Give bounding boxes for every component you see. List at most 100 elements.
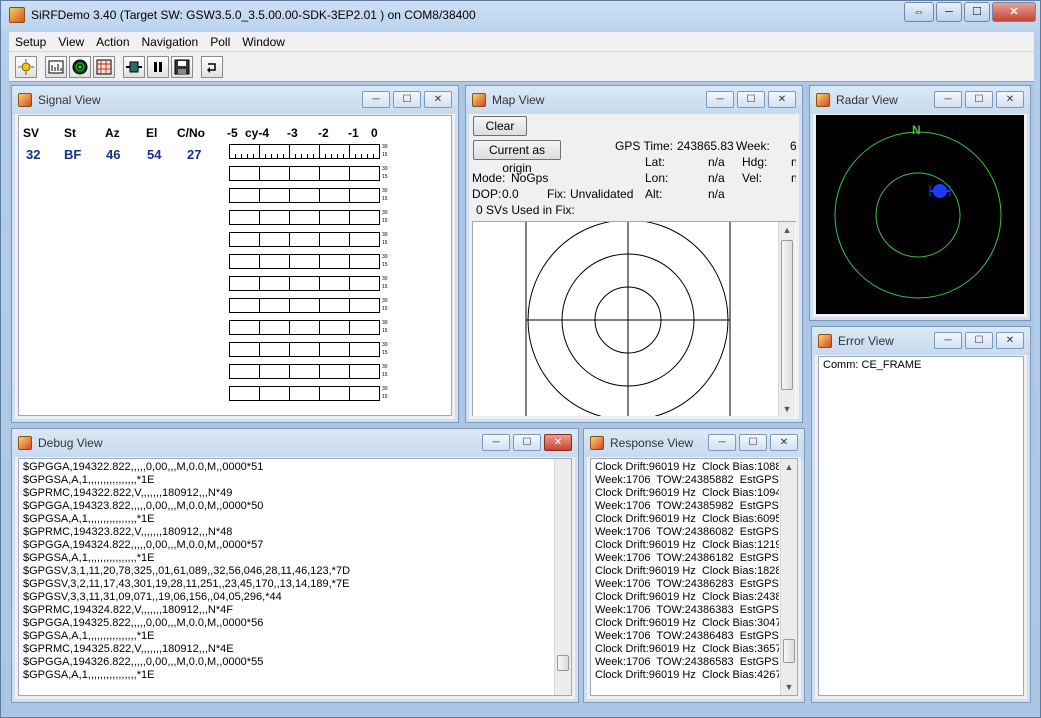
debug-line: $GPGGA,194322.822,,,,,0,00,,,M,0.0,M,,00… — [23, 461, 264, 473]
signal-view-buttons: ─ ☐ ✕ — [359, 91, 452, 108]
map-scroll-down-icon[interactable]: ▼ — [779, 401, 795, 416]
error-view-titlebar[interactable]: Error View ─ ☐ ✕ — [812, 327, 1030, 355]
response-scroll-down-icon[interactable]: ▼ — [781, 679, 797, 695]
snr-cell — [260, 365, 290, 378]
snr-cell — [260, 387, 290, 400]
cno-value: 27 — [187, 147, 202, 162]
snr-tick-top: 30 — [382, 298, 388, 304]
minimize-button[interactable]: ─ — [936, 2, 962, 22]
restore-button[interactable]: ⇔ — [904, 2, 934, 22]
response-line: Week:1706 TOW:24386283 EstGPST — [595, 578, 779, 590]
cycle-label-0: 0 — [371, 126, 378, 140]
signal-view-titlebar[interactable]: Signal View ─ ☐ ✕ — [12, 86, 458, 114]
debug-scroll-thumb[interactable] — [557, 655, 569, 671]
debug-scrollbar[interactable] — [554, 459, 571, 695]
radar-view-minimize-button[interactable]: ─ — [934, 91, 962, 108]
snr-cell — [350, 211, 379, 224]
snr-cell — [320, 167, 350, 180]
menu-action[interactable]: Action — [90, 35, 135, 49]
save-icon[interactable] — [171, 55, 193, 78]
vel-value: n/ — [791, 171, 796, 185]
signal-view-close-button[interactable]: ✕ — [424, 91, 452, 108]
snr-cell — [230, 277, 260, 290]
debug-view-window: Debug View ─ ☐ ✕ $GPGGA,194322.822,,,,,0… — [11, 428, 579, 703]
map-view-maximize-button[interactable]: ☐ — [737, 91, 765, 108]
error-list[interactable]: Comm: CE_FRAME — [818, 356, 1024, 696]
connect-icon[interactable] — [123, 55, 145, 78]
snr-cell — [320, 321, 350, 334]
menu-view[interactable]: View — [52, 35, 90, 49]
snr-cell — [260, 233, 290, 246]
map-scrollbar[interactable]: ▲ ▼ — [778, 222, 795, 416]
response-log[interactable]: Clock Drift:96019 Hz Clock Bias:10883 Wee… — [590, 458, 798, 696]
snr-tick-top: 30 — [382, 188, 388, 194]
snr-cell — [290, 189, 320, 202]
snr-cell — [290, 277, 320, 290]
toolbar — [9, 52, 1034, 82]
response-view-window: Response View ─ ☐ ✕ Clock Drift:96019 Hz… — [583, 428, 805, 703]
debug-log[interactable]: $GPGGA,194322.822,,,,,0,00,,,M,0.0,M,,00… — [18, 458, 572, 696]
menu-poll[interactable]: Poll — [204, 35, 236, 49]
radar-icon[interactable] — [69, 55, 91, 78]
error-view-close-button[interactable]: ✕ — [996, 332, 1024, 349]
debug-view-maximize-button[interactable]: ☐ — [513, 434, 541, 451]
radar-view-title: Radar View — [836, 93, 898, 107]
snr-cell — [320, 343, 350, 356]
reset-icon[interactable] — [201, 55, 223, 78]
signal-view-minimize-button[interactable]: ─ — [362, 91, 390, 108]
map-view-close-button[interactable]: ✕ — [768, 91, 796, 108]
clear-button[interactable]: Clear — [473, 116, 527, 136]
signal-view-icon — [18, 93, 32, 107]
map-scroll-thumb[interactable] — [781, 240, 793, 390]
radar-view-maximize-button[interactable]: ☐ — [965, 91, 993, 108]
week-value: 68 — [790, 139, 796, 153]
response-line: Clock Drift:96019 Hz Clock Bias:18285 — [595, 565, 779, 577]
response-line: Clock Drift:96019 Hz Clock Bias:24384 — [595, 591, 779, 603]
current-as-origin-button[interactable]: Current as origin — [473, 140, 561, 175]
menu-window[interactable]: Window — [236, 35, 291, 49]
pause-icon[interactable] — [147, 55, 169, 78]
response-view-maximize-button[interactable]: ☐ — [739, 434, 767, 451]
debug-line: $GPRMC,194322.822,V,,,,,,,180912,,,N*49 — [23, 487, 233, 499]
map-view-minimize-button[interactable]: ─ — [706, 91, 734, 108]
close-button[interactable]: ✕ — [992, 2, 1036, 22]
radar-ring-inner — [875, 172, 961, 258]
response-scroll-up-icon[interactable]: ▲ — [781, 459, 797, 475]
satellite-icon — [929, 184, 951, 198]
maximize-button[interactable]: ☐ — [964, 2, 990, 22]
signal-view-maximize-button[interactable]: ☐ — [393, 91, 421, 108]
cycle-label-5: -5 — [227, 126, 238, 140]
response-view-close-button[interactable]: ✕ — [770, 434, 798, 451]
radar-view-close-button[interactable]: ✕ — [996, 91, 1024, 108]
dop-value: 0.0 — [502, 187, 519, 201]
sun-icon[interactable] — [15, 55, 37, 78]
signal-chart-icon[interactable] — [45, 55, 67, 78]
response-line: Week:1706 TOW:24386483 EstGPST — [595, 630, 779, 642]
debug-view-titlebar[interactable]: Debug View ─ ☐ ✕ — [12, 429, 578, 457]
debug-view-close-button[interactable]: ✕ — [544, 434, 572, 451]
response-line: Clock Drift:96019 Hz Clock Bias:42670 — [595, 669, 779, 681]
lat-label: Lat: — [645, 155, 666, 169]
snr-cell — [230, 145, 260, 158]
debug-view-minimize-button[interactable]: ─ — [482, 434, 510, 451]
menu-navigation[interactable]: Navigation — [136, 35, 205, 49]
error-view-minimize-button[interactable]: ─ — [934, 332, 962, 349]
grid-map-icon[interactable] — [93, 55, 115, 78]
error-view-maximize-button[interactable]: ☐ — [965, 332, 993, 349]
map-view-titlebar[interactable]: Map View ─ ☐ ✕ — [466, 86, 802, 114]
radar-view-titlebar[interactable]: Radar View ─ ☐ ✕ — [810, 86, 1030, 114]
title-bar: SiRFDemo 3.40 (Target SW: GSW3.5.0_3.5.0… — [1, 1, 1041, 31]
response-view-titlebar[interactable]: Response View ─ ☐ ✕ — [584, 429, 804, 457]
el-value: 54 — [147, 147, 162, 162]
st-header: St — [64, 126, 76, 140]
map-scroll-up-icon[interactable]: ▲ — [779, 222, 795, 238]
response-line: Week:1706 TOW:24386383 EstGPST — [595, 604, 779, 616]
snr-cell — [290, 365, 320, 378]
response-view-minimize-button[interactable]: ─ — [708, 434, 736, 451]
menu-setup[interactable]: Setup — [9, 35, 52, 49]
snr-cell — [290, 343, 320, 356]
response-scrollbar[interactable]: ▲ ▼ — [780, 459, 797, 695]
map-canvas[interactable]: ▲ ▼ — [472, 221, 796, 416]
response-scroll-thumb[interactable] — [783, 639, 795, 663]
radar-ring-outer — [834, 131, 1002, 299]
